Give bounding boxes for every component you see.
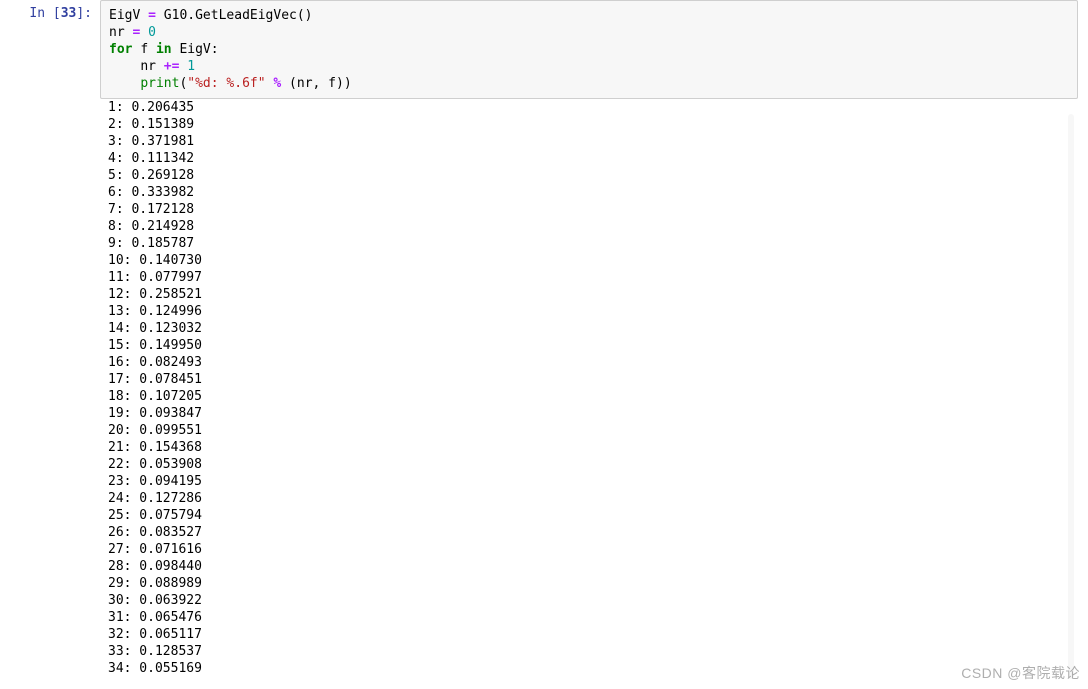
prompt-open-bracket: [ (45, 6, 61, 21)
output-text-area: 1: 0.206435 2: 0.151389 3: 0.371981 4: 0… (100, 99, 1078, 683)
output-prompt-spacer (10, 99, 100, 683)
prompt-label: In (29, 6, 45, 21)
input-cell-row: In [33]: EigV = G10.GetLeadEigVec() nr =… (0, 0, 1088, 99)
prompt-number: 33 (61, 6, 77, 21)
output-scrollbar[interactable] (1068, 114, 1074, 679)
output-cell-row: 1: 0.206435 2: 0.151389 3: 0.371981 4: 0… (0, 99, 1088, 683)
input-prompt: In [33]: (10, 0, 100, 99)
code-input-area[interactable]: EigV = G10.GetLeadEigVec() nr = 0 for f … (100, 0, 1078, 99)
prompt-close-bracket: ]: (76, 6, 92, 21)
